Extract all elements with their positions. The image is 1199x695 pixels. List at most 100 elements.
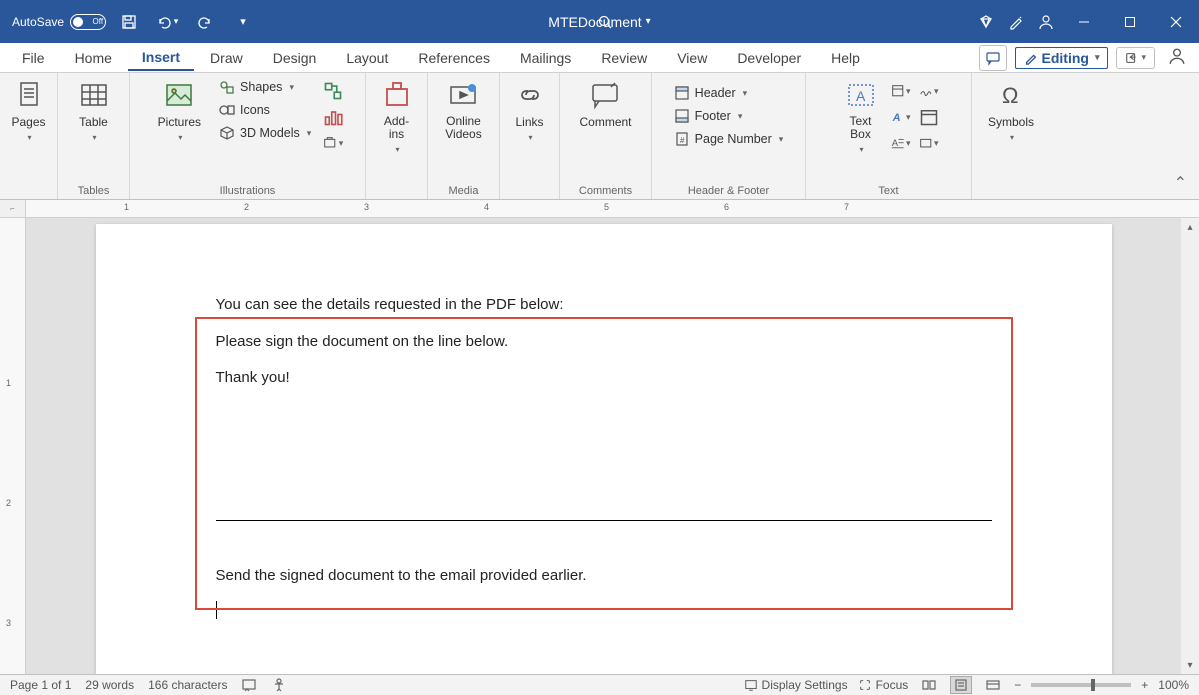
screenshot-icon[interactable]: ▾	[323, 133, 343, 153]
3d-models-button[interactable]: 3D Models▾	[215, 123, 315, 143]
vertical-ruler[interactable]: 1 2 3	[0, 218, 26, 674]
header-icon	[674, 85, 690, 101]
picture-icon	[163, 79, 195, 111]
close-button[interactable]	[1153, 0, 1199, 43]
dropcap-icon[interactable]: A▾	[891, 133, 911, 153]
redo-icon[interactable]	[190, 7, 220, 37]
vertical-scrollbar[interactable]: ▴ ▾	[1181, 218, 1199, 674]
datetime-icon[interactable]	[919, 107, 939, 127]
maximize-button[interactable]	[1107, 0, 1153, 43]
tab-developer[interactable]: Developer	[723, 46, 815, 70]
pictures-button[interactable]: Pictures▾	[152, 77, 207, 144]
read-mode-icon[interactable]	[918, 676, 940, 694]
scroll-down-icon[interactable]: ▾	[1183, 658, 1197, 672]
focus-button[interactable]: Focus	[858, 678, 909, 692]
tab-mailings[interactable]: Mailings	[506, 46, 585, 70]
comments-pane-button[interactable]	[979, 45, 1007, 71]
accessibility-icon[interactable]	[271, 678, 287, 692]
tab-draw[interactable]: Draw	[196, 46, 257, 70]
save-icon[interactable]	[114, 7, 144, 37]
tab-home[interactable]: Home	[61, 46, 126, 70]
online-videos-button[interactable]: Online Videos	[439, 77, 487, 143]
shapes-icon	[219, 79, 235, 95]
tab-file[interactable]: File	[8, 46, 59, 70]
text-box-button[interactable]: A Text Box▾	[839, 77, 883, 156]
omega-icon: Ω	[995, 79, 1027, 111]
tab-design[interactable]: Design	[259, 46, 331, 70]
ribbon: Pages▾ Table▾ Tables Pictures▾ Shapes▾ I…	[0, 73, 1199, 200]
signature-icon[interactable]: ▾	[919, 81, 939, 101]
horizontal-ruler[interactable]: 1 2 3 4 5 6 7	[26, 200, 1199, 217]
textbox-icon: A	[845, 79, 877, 111]
tab-layout[interactable]: Layout	[332, 46, 402, 70]
group-tables: Tables	[78, 183, 110, 197]
addins-icon	[381, 79, 413, 111]
tab-review[interactable]: Review	[587, 46, 661, 70]
print-layout-icon[interactable]	[950, 676, 972, 694]
footer-icon	[674, 108, 690, 124]
zoom-slider[interactable]	[1031, 683, 1131, 687]
page-icon	[13, 79, 45, 111]
tab-references[interactable]: References	[404, 46, 504, 70]
quickparts-icon[interactable]: ▾	[891, 81, 911, 101]
share-button[interactable]: ▾	[1116, 47, 1155, 69]
addins-button[interactable]: Add- ins▾	[375, 77, 419, 156]
zoom-level[interactable]: 100%	[1158, 678, 1189, 692]
scroll-up-icon[interactable]: ▴	[1183, 220, 1197, 234]
group-text: Text	[878, 183, 898, 197]
web-layout-icon[interactable]	[982, 676, 1004, 694]
symbols-button[interactable]: Ω Symbols▾	[982, 77, 1040, 144]
doc-line-1: You can see the details requested in the…	[216, 294, 992, 317]
wordart-icon[interactable]: A▾	[891, 107, 911, 127]
page-canvas[interactable]: You can see the details requested in the…	[26, 218, 1181, 674]
zoom-in-button[interactable]: +	[1141, 678, 1148, 692]
text-cursor	[216, 601, 217, 619]
cube-icon	[219, 125, 235, 141]
status-page[interactable]: Page 1 of 1	[10, 678, 71, 692]
status-words[interactable]: 29 words	[85, 678, 134, 692]
object-icon[interactable]: ▾	[919, 133, 939, 153]
shapes-button[interactable]: Shapes▾	[215, 77, 315, 97]
ruler-area: ⌐ 1 2 3 4 5 6 7	[0, 200, 1199, 218]
signature-line	[216, 520, 992, 521]
table-button[interactable]: Table▾	[72, 77, 116, 144]
chart-icon[interactable]	[323, 107, 343, 127]
diamond-icon[interactable]	[971, 7, 1001, 37]
zoom-out-button[interactable]: −	[1014, 678, 1021, 692]
pagenum-icon: #	[674, 131, 690, 147]
status-chars[interactable]: 166 characters	[148, 678, 227, 692]
undo-icon[interactable]: ▾	[152, 7, 182, 37]
doc-line-4: Send the signed document to the email pr…	[216, 565, 992, 588]
icons-button[interactable]: Icons	[215, 100, 315, 120]
header-button[interactable]: Header▾	[670, 83, 788, 103]
search-icon[interactable]	[590, 7, 620, 37]
footer-button[interactable]: Footer▾	[670, 106, 788, 126]
smartart-icon[interactable]	[323, 81, 343, 101]
page-number-button[interactable]: #Page Number▾	[670, 129, 788, 149]
icons-icon	[219, 102, 235, 118]
collapse-ribbon-icon[interactable]: ⌃	[1174, 173, 1187, 193]
comment-icon	[589, 79, 621, 111]
group-illustrations: Illustrations	[220, 183, 276, 197]
display-settings-button[interactable]: Display Settings	[744, 678, 848, 692]
group-comments: Comments	[579, 183, 632, 197]
account-small-icon[interactable]	[1163, 47, 1191, 68]
minimize-button[interactable]	[1061, 0, 1107, 43]
video-icon	[447, 79, 479, 111]
tab-help[interactable]: Help	[817, 46, 874, 70]
svg-text:A: A	[891, 112, 900, 124]
pen-icon[interactable]	[1001, 7, 1031, 37]
tab-insert[interactable]: Insert	[128, 45, 194, 71]
account-icon[interactable]	[1031, 7, 1061, 37]
autosave-toggle[interactable]: AutoSave Off	[12, 14, 106, 30]
editing-mode-button[interactable]: Editing ▾	[1015, 47, 1109, 69]
tab-view[interactable]: View	[663, 46, 721, 70]
qat-customize-icon[interactable]: ▾	[228, 7, 258, 37]
title-bar: AutoSave Off ▾ ▾ MTEDocument ▾	[0, 0, 1199, 43]
links-button[interactable]: Links▾	[508, 77, 552, 144]
comment-button[interactable]: Comment	[573, 77, 637, 131]
pages-button[interactable]: Pages▾	[5, 77, 51, 144]
spellcheck-icon[interactable]	[241, 678, 257, 692]
svg-text:Ω: Ω	[1002, 83, 1018, 108]
document-page[interactable]: You can see the details requested in the…	[96, 224, 1112, 674]
